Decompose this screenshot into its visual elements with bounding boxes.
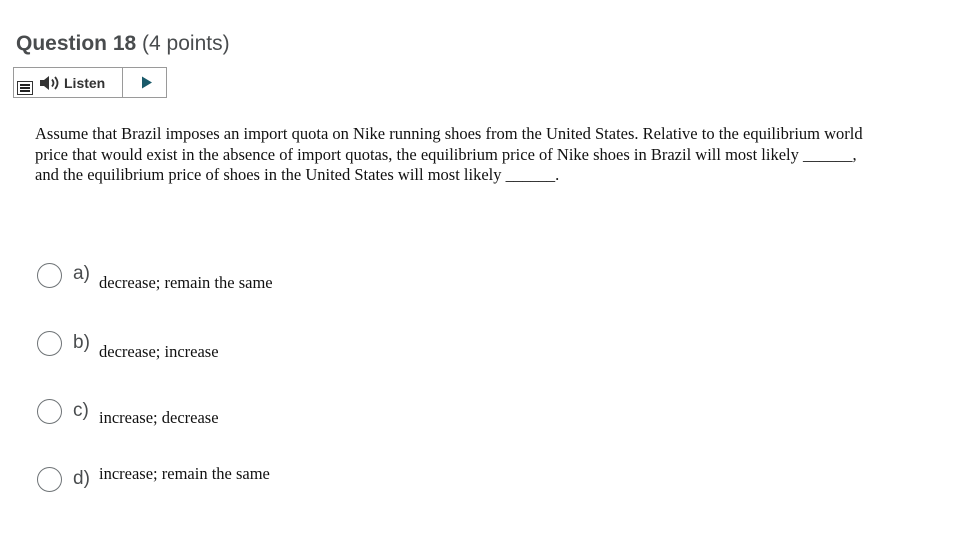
play-icon	[142, 76, 152, 89]
play-button[interactable]	[132, 68, 162, 97]
option-b-letter: b)	[73, 332, 90, 353]
option-a-text: decrease; remain the same	[99, 273, 273, 292]
question-header: Question 18 (4 points)	[16, 30, 230, 58]
option-d-text: increase; remain the same	[99, 464, 270, 483]
menu-icon[interactable]	[17, 81, 33, 95]
option-b[interactable]: b) decrease; increase	[37, 331, 247, 361]
option-d-radio[interactable]	[37, 467, 62, 492]
question-points: (4 points)	[142, 32, 230, 55]
toolbar-divider	[122, 68, 123, 97]
option-c[interactable]: c) increase; decrease	[37, 399, 247, 429]
listen-label: Listen	[64, 74, 106, 91]
question-title: Question 18	[16, 32, 137, 55]
option-d-letter: d)	[73, 468, 90, 489]
question-text: Assume that Brazil imposes an import quo…	[35, 124, 863, 184]
option-c-radio[interactable]	[37, 399, 62, 424]
option-b-text: decrease; increase	[99, 342, 219, 361]
speaker-icon	[40, 75, 59, 90]
option-a[interactable]: a) decrease; remain the same	[37, 263, 307, 293]
listen-toolbar: Listen	[13, 67, 167, 98]
option-a-radio[interactable]	[37, 263, 62, 288]
option-c-text: increase; decrease	[99, 408, 219, 427]
option-d[interactable]: d) increase; remain the same	[37, 464, 307, 497]
option-b-radio[interactable]	[37, 331, 62, 356]
option-c-letter: c)	[73, 400, 89, 421]
option-a-letter: a)	[73, 263, 90, 284]
listen-button[interactable]: Listen	[39, 68, 119, 97]
